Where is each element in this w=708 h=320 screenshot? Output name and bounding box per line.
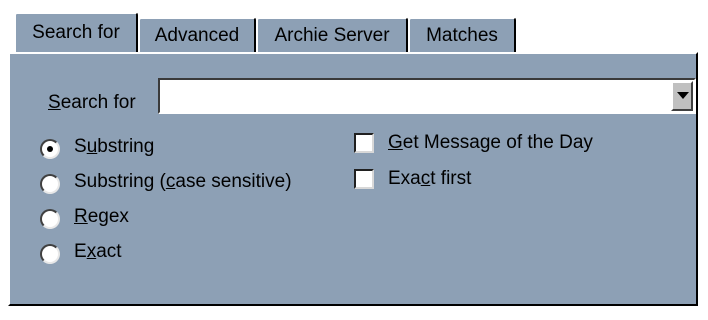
radio-label: Substring: [74, 136, 155, 157]
checkbox-box[interactable]: [354, 133, 374, 153]
search-for-label: Search for: [48, 92, 136, 113]
tab-advanced[interactable]: Advanced: [138, 17, 256, 52]
tab-label: Advanced: [154, 24, 240, 46]
radio-label: Substring (case sensitive): [74, 171, 292, 192]
tab-label: Archie Server: [274, 24, 390, 46]
radio-selected-dot: [47, 146, 53, 152]
checkbox-label: Exact first: [388, 168, 472, 189]
dropdown-button[interactable]: [671, 81, 693, 111]
tab-archie-server[interactable]: Archie Server: [256, 17, 408, 52]
checkbox-box[interactable]: [354, 169, 374, 189]
tab-label: Search for: [32, 22, 120, 43]
radio-circle[interactable]: [40, 209, 60, 229]
radio-circle[interactable]: [40, 174, 60, 194]
tab-matches[interactable]: Matches: [408, 17, 516, 52]
radio-label: Regex: [74, 206, 129, 227]
radio-circle[interactable]: [40, 244, 60, 264]
tab-search-for[interactable]: Search for: [14, 12, 138, 52]
search-input[interactable]: [162, 82, 670, 110]
radio-circle[interactable]: [40, 139, 60, 159]
checkbox-label: Get Message of the Day: [388, 132, 593, 153]
tab-label: Matches: [426, 24, 498, 46]
radio-label: Exact: [74, 241, 122, 262]
search-combobox[interactable]: [158, 78, 696, 114]
chevron-down-icon: [677, 92, 689, 99]
